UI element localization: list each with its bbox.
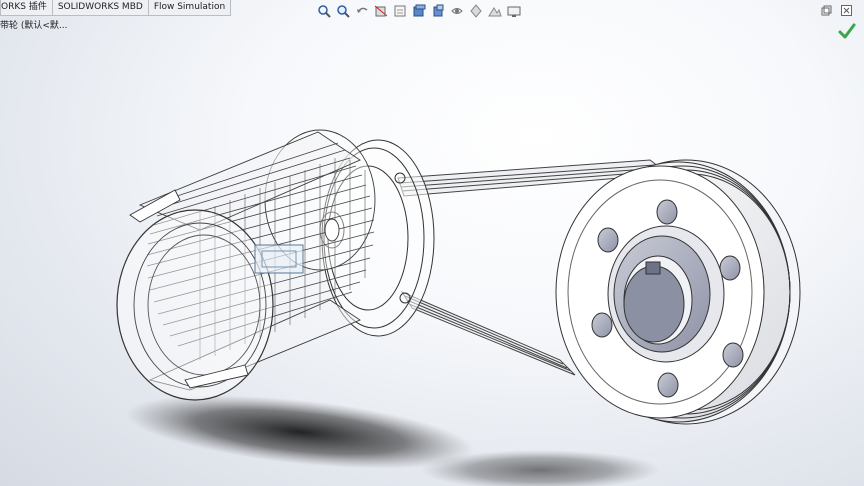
hide-show-icon[interactable] <box>449 4 465 18</box>
previous-view-icon[interactable] <box>354 4 370 18</box>
driven-pulley[interactable] <box>555 159 801 425</box>
graphics-area[interactable]: ORKS 插件 SOLIDWORKS MBD Flow Simulation 带… <box>0 0 864 486</box>
motor-housing <box>116 129 376 401</box>
view-orientation-icon[interactable] <box>411 4 427 18</box>
edit-appearance-icon[interactable] <box>468 4 484 18</box>
zoom-to-fit-icon[interactable] <box>316 4 332 18</box>
apply-scene-icon[interactable] <box>487 4 503 18</box>
view-settings-icon[interactable] <box>506 4 522 18</box>
window-controls <box>820 4 852 16</box>
zoom-area-icon[interactable] <box>335 4 351 18</box>
heads-up-view-toolbar <box>316 3 522 19</box>
command-manager-tabs: ORKS 插件 SOLIDWORKS MBD Flow Simulation <box>0 0 232 16</box>
feature-tree-root[interactable]: 带轮 (默认<默... <box>0 18 68 31</box>
3d-model-belt-drive[interactable] <box>0 0 864 486</box>
section-view-icon[interactable] <box>373 4 389 18</box>
close-icon[interactable] <box>840 4 852 16</box>
restore-icon[interactable] <box>820 4 832 16</box>
dynamic-annotation-icon[interactable] <box>392 4 408 18</box>
tab-solidworks-mbd[interactable]: SOLIDWORKS MBD <box>51 0 149 16</box>
display-style-icon[interactable] <box>430 4 446 18</box>
tab-flow-simulation[interactable]: Flow Simulation <box>147 0 232 16</box>
confirmation-check-icon[interactable] <box>838 22 856 40</box>
tab-addins[interactable]: ORKS 插件 <box>0 0 53 16</box>
